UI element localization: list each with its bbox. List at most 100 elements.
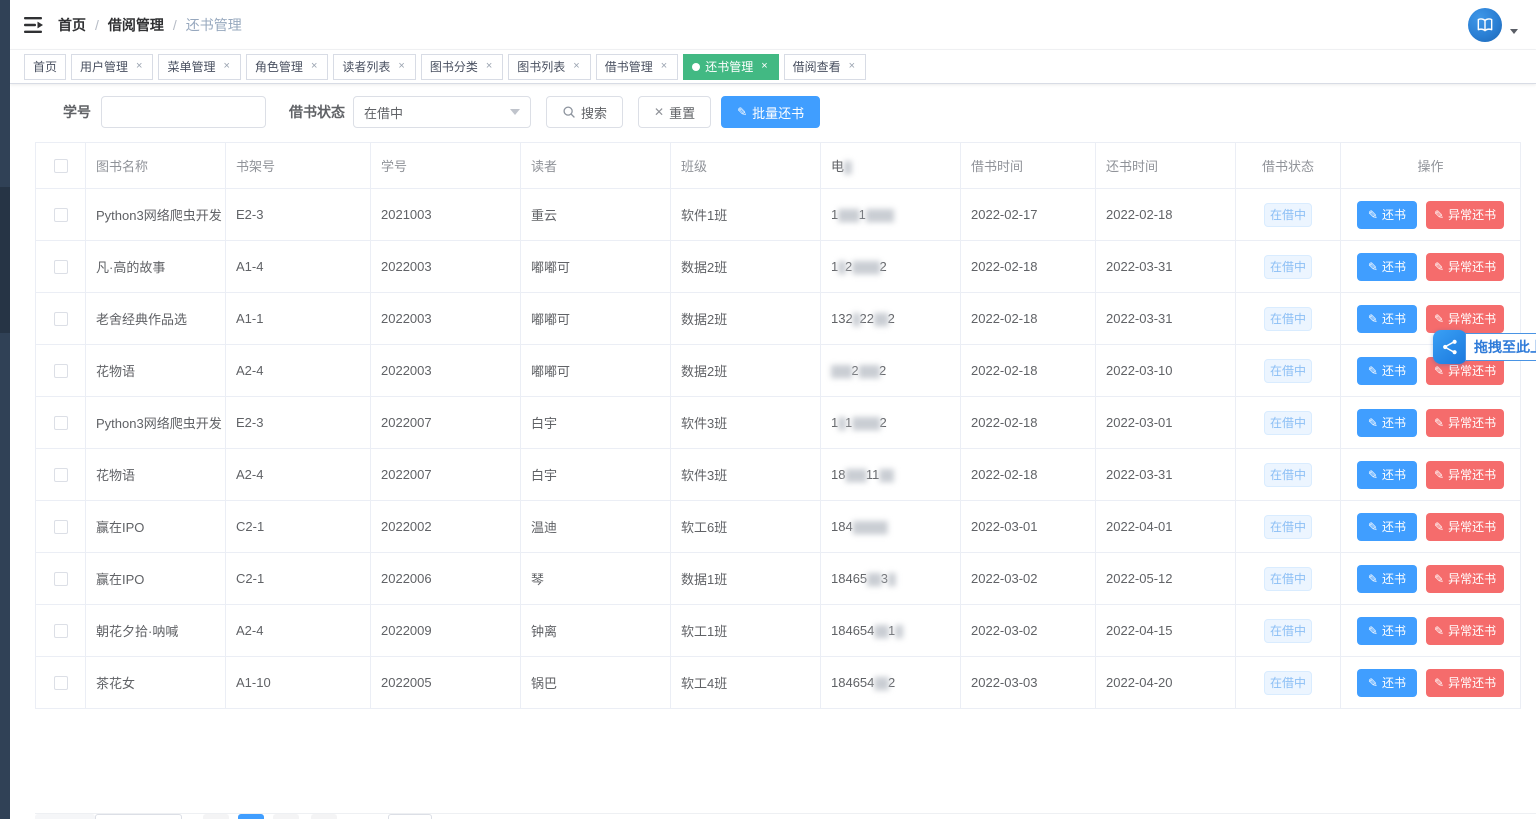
student-no-cell: 2022005 xyxy=(371,657,521,709)
phone-cell: 18███11██ xyxy=(821,449,961,501)
return-book-button[interactable]: ✎还书 xyxy=(1357,357,1417,385)
student-no-input[interactable] xyxy=(101,96,266,128)
table-row: 朝花夕拾·呐喊A2-42022009钟离软工1班184654██1█2022-0… xyxy=(36,605,1521,657)
return-book-button[interactable]: ✎还书 xyxy=(1357,305,1417,333)
breadcrumb-home[interactable]: 首页 xyxy=(58,15,86,35)
return-book-button[interactable]: ✎还书 xyxy=(1357,461,1417,489)
abnormal-return-button[interactable]: ✎异常还书 xyxy=(1426,409,1504,437)
filter-toolbar: 学号 借书状态 在借中 搜索 ✕ 重置 ✎ 批量还书 xyxy=(63,96,1536,128)
phone-visible-segment: 184654 xyxy=(831,623,874,638)
close-icon[interactable]: × xyxy=(309,60,319,73)
close-icon[interactable]: × xyxy=(759,60,769,73)
upload-overlay-label[interactable]: 拖拽至此上传 xyxy=(1465,333,1536,361)
shelf-no-cell: A1-10 xyxy=(226,657,371,709)
edit-icon: ✎ xyxy=(1434,573,1444,585)
collapsed-sidebar[interactable] xyxy=(0,0,10,819)
row-checkbox[interactable] xyxy=(54,468,68,482)
close-icon[interactable]: × xyxy=(484,60,494,73)
phone-visible-segment: 132 xyxy=(831,311,853,326)
class-cell: 软工4班 xyxy=(671,657,821,709)
button-label: 还书 xyxy=(1382,258,1406,275)
tab-借阅查看[interactable]: 借阅查看× xyxy=(784,54,866,80)
select-all-checkbox[interactable] xyxy=(54,159,68,173)
status-cell: 在借中 xyxy=(1236,605,1341,657)
return-book-button[interactable]: ✎还书 xyxy=(1357,253,1417,281)
page-2-button[interactable] xyxy=(273,814,299,819)
share-icon[interactable] xyxy=(1433,330,1467,364)
return-book-button[interactable]: ✎还书 xyxy=(1357,513,1417,541)
breadcrumb-borrow-mgmt[interactable]: 借阅管理 xyxy=(108,15,164,35)
tab-图书列表[interactable]: 图书列表× xyxy=(508,54,590,80)
abnormal-return-button[interactable]: ✎异常还书 xyxy=(1426,201,1504,229)
return-book-button[interactable]: ✎还书 xyxy=(1357,669,1417,697)
tab-label: 角色管理 xyxy=(255,58,303,75)
actions-cell: ✎还书 ✎异常还书 xyxy=(1341,397,1521,449)
book-icon xyxy=(1475,15,1495,35)
phone-header-visible: 电 xyxy=(831,159,844,174)
abnormal-return-button[interactable]: ✎异常还书 xyxy=(1426,617,1504,645)
student-no-cell: 2022003 xyxy=(371,293,521,345)
close-icon[interactable]: × xyxy=(847,60,857,73)
row-checkbox[interactable] xyxy=(54,676,68,690)
abnormal-return-button[interactable]: ✎异常还书 xyxy=(1426,461,1504,489)
return-date-cell: 2022-03-01 xyxy=(1096,397,1236,449)
drag-upload-overlay[interactable]: 拖拽至此上传 xyxy=(1433,330,1536,364)
abnormal-return-button[interactable]: ✎异常还书 xyxy=(1426,669,1504,697)
button-label: 异常还书 xyxy=(1448,362,1496,379)
reset-button[interactable]: ✕ 重置 xyxy=(638,96,711,128)
chevron-down-icon[interactable] xyxy=(1510,29,1518,34)
book-name-cell: 花物语 xyxy=(86,345,226,397)
edit-icon: ✎ xyxy=(1434,261,1444,273)
phone-visible-segment: 18 xyxy=(831,467,845,482)
phone-visible-segment: 2 xyxy=(888,311,895,326)
row-checkbox[interactable] xyxy=(54,624,68,638)
tab-首页[interactable]: 首页 xyxy=(24,54,66,80)
row-checkbox[interactable] xyxy=(54,416,68,430)
abnormal-return-button[interactable]: ✎异常还书 xyxy=(1426,253,1504,281)
tab-菜单管理[interactable]: 菜单管理× xyxy=(158,54,240,80)
row-checkbox[interactable] xyxy=(54,208,68,222)
page-jump-input[interactable] xyxy=(388,814,432,819)
return-book-button[interactable]: ✎还书 xyxy=(1357,409,1417,437)
edit-icon: ✎ xyxy=(1368,469,1378,481)
avatar[interactable] xyxy=(1468,8,1502,42)
tab-label: 还书管理 xyxy=(705,58,753,75)
hamburger-icon[interactable] xyxy=(24,16,44,34)
phone-visible-segment: 2 xyxy=(879,415,886,430)
reader-cell: 嘟嘟可 xyxy=(521,241,671,293)
edit-icon: ✎ xyxy=(1368,625,1378,637)
prev-page-button[interactable] xyxy=(203,814,229,819)
row-checkbox[interactable] xyxy=(54,364,68,378)
close-icon[interactable]: × xyxy=(134,60,144,73)
close-icon[interactable]: × xyxy=(659,60,669,73)
tab-读者列表[interactable]: 读者列表× xyxy=(333,54,415,80)
tab-角色管理[interactable]: 角色管理 × xyxy=(246,54,328,80)
reset-button-label: 重置 xyxy=(669,103,695,122)
tab-还书管理[interactable]: 还书管理 × xyxy=(683,54,778,80)
page-1-button[interactable] xyxy=(238,814,264,819)
page-3-button[interactable] xyxy=(311,814,337,819)
abnormal-return-button[interactable]: ✎异常还书 xyxy=(1426,565,1504,593)
header-book-name: 图书名称 xyxy=(86,143,226,189)
close-icon[interactable]: × xyxy=(571,60,581,73)
tab-图书分类[interactable]: 图书分类× xyxy=(421,54,503,80)
row-checkbox[interactable] xyxy=(54,520,68,534)
abnormal-return-button[interactable]: ✎异常还书 xyxy=(1426,513,1504,541)
class-cell: 数据2班 xyxy=(671,241,821,293)
return-book-button[interactable]: ✎还书 xyxy=(1357,565,1417,593)
abnormal-return-button[interactable]: ✎异常还书 xyxy=(1426,305,1504,333)
row-checkbox[interactable] xyxy=(54,260,68,274)
search-button[interactable]: 搜索 xyxy=(546,96,623,128)
return-book-button[interactable]: ✎还书 xyxy=(1357,201,1417,229)
row-checkbox[interactable] xyxy=(54,312,68,326)
close-icon[interactable]: × xyxy=(396,60,406,73)
batch-return-button[interactable]: ✎ 批量还书 xyxy=(721,96,820,128)
close-icon[interactable]: × xyxy=(221,60,231,73)
tab-用户管理[interactable]: 用户管理× xyxy=(71,54,153,80)
return-book-button[interactable]: ✎还书 xyxy=(1357,617,1417,645)
tab-借书管理[interactable]: 借书管理× xyxy=(596,54,678,80)
row-checkbox[interactable] xyxy=(54,572,68,586)
page-size-select[interactable] xyxy=(95,814,182,819)
borrow-status-select[interactable]: 在借中 xyxy=(353,96,531,128)
shelf-no-cell: A1-1 xyxy=(226,293,371,345)
